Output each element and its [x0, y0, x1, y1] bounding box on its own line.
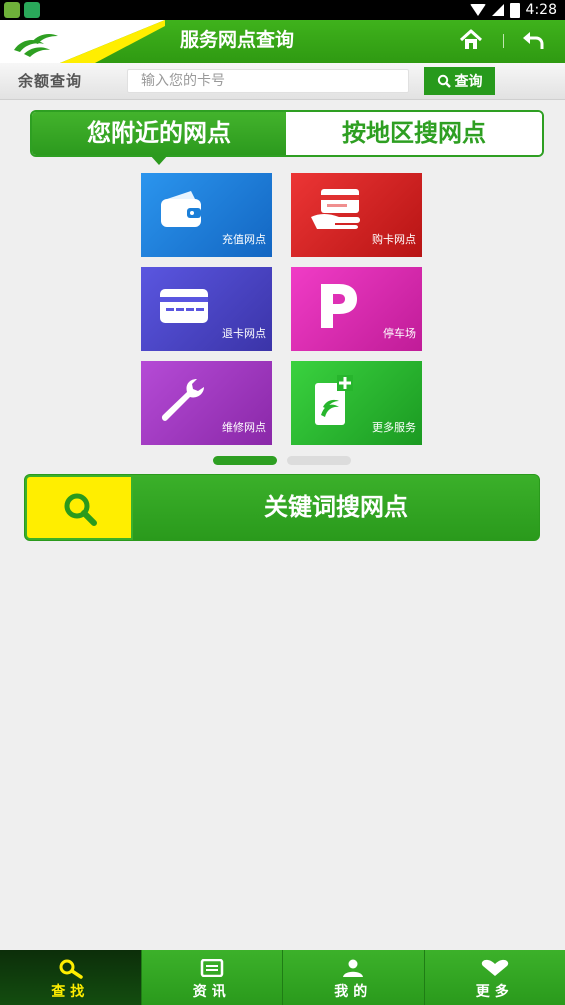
pager-dot[interactable]	[287, 456, 351, 465]
tab-by-region[interactable]: 按地区搜网点	[286, 112, 542, 155]
keyword-search-icon-box	[25, 475, 133, 540]
news-icon	[200, 959, 223, 977]
app-logo	[0, 20, 165, 63]
tile-refund-card[interactable]: 退卡网点	[141, 267, 272, 351]
wallet-icon	[161, 191, 201, 227]
bottom-nav: 查找 资讯 我的 更多	[0, 950, 565, 1005]
heart-icon	[481, 959, 508, 976]
parking-icon	[321, 284, 357, 328]
balance-query-bar: 余额查询 查询	[0, 63, 565, 100]
tile-repair[interactable]: 维修网点	[141, 361, 272, 445]
app-notification-icon	[4, 2, 20, 18]
keyword-search-label: 关键词搜网点	[264, 493, 408, 521]
app-header: 服务网点查询	[0, 20, 565, 63]
balance-query-label: 余额查询	[18, 72, 83, 90]
home-icon	[459, 29, 483, 49]
back-arrow-icon	[523, 32, 544, 49]
page-title: 服务网点查询	[180, 29, 295, 51]
nav-item-more[interactable]: 更多	[425, 950, 565, 1005]
pager-dot-active[interactable]	[213, 456, 277, 465]
battery-icon	[509, 2, 520, 18]
tab-nearby[interactable]: 您附近的网点	[32, 112, 286, 155]
home-button[interactable]	[458, 27, 484, 53]
status-time: 4:28	[525, 2, 557, 18]
tile-recharge[interactable]: 充值网点	[141, 173, 272, 257]
status-bar: 4:28	[0, 0, 565, 20]
camera-notification-icon	[24, 2, 40, 18]
tab-bar: 您附近的网点 按地区搜网点	[30, 110, 544, 165]
card-in-hand-icon	[311, 189, 360, 229]
back-button[interactable]	[521, 28, 545, 52]
search-icon	[59, 959, 83, 979]
tile-parking[interactable]: 停车场	[291, 267, 422, 351]
header-divider	[503, 34, 504, 48]
nav-item-find[interactable]: 查找	[0, 950, 142, 1005]
nav-item-news[interactable]: 资讯	[142, 950, 283, 1005]
nav-item-mine[interactable]: 我的	[283, 950, 425, 1005]
active-tab-pointer	[150, 155, 168, 165]
search-icon	[64, 493, 97, 526]
keyword-search-button[interactable]: 关键词搜网点	[24, 474, 540, 541]
search-icon	[437, 74, 451, 88]
tile-more-services[interactable]: 更多服务	[291, 361, 422, 445]
user-icon	[343, 959, 364, 977]
wrench-icon	[161, 379, 204, 421]
card-number-input[interactable]	[127, 69, 409, 93]
tile-buy-card[interactable]: 购卡网点	[291, 173, 422, 257]
query-button[interactable]: 查询	[424, 67, 495, 95]
query-button-label: 查询	[454, 74, 483, 90]
signal-icon	[491, 4, 504, 16]
wifi-icon	[469, 4, 486, 16]
more-services-icon	[315, 375, 353, 425]
card-icon	[160, 289, 208, 323]
